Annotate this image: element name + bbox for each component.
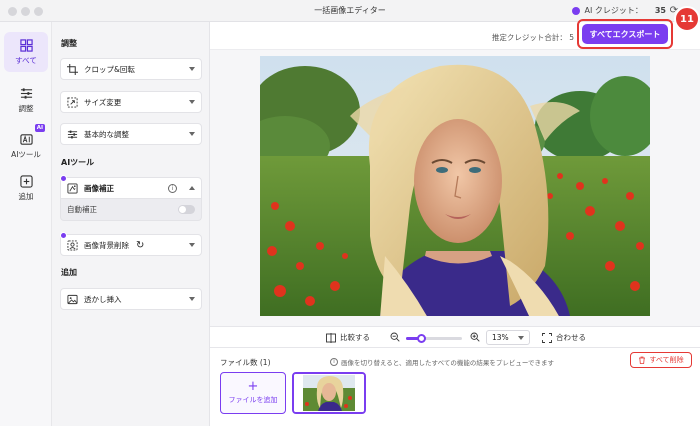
step-number-badge: 11	[674, 6, 700, 32]
file-thumbnail[interactable]	[292, 372, 366, 414]
tool-label: 画像背景削除	[84, 240, 129, 250]
compare-button[interactable]: 比較する	[326, 332, 370, 343]
export-all-button[interactable]: すべてエクスポート	[582, 24, 668, 44]
chevron-down-icon	[518, 335, 524, 340]
trash-icon	[639, 356, 646, 364]
plus-icon: +	[247, 379, 259, 394]
rail-item-label: すべて	[15, 55, 37, 65]
thumbnail-image	[294, 374, 364, 412]
zoom-out-icon[interactable]	[390, 332, 400, 342]
section-heading-adjust: 調整	[61, 39, 77, 48]
section-heading-add: 追加	[61, 268, 77, 277]
compare-icon	[326, 332, 336, 343]
sliders-icon	[67, 130, 78, 138]
rail-item-all[interactable]: すべて	[4, 32, 48, 72]
auto-enhance-row: 自動補正	[60, 199, 202, 221]
tool-label: クロップ&回転	[84, 64, 135, 74]
rail-item-label: 追加	[18, 191, 34, 201]
tool-bg-remove[interactable]: 画像背景削除 ↻	[60, 234, 202, 256]
credit-label: AI クレジット：	[584, 6, 643, 15]
tool-image-enhance[interactable]: 画像補正 i	[60, 177, 202, 199]
ai-badge: AI	[34, 124, 45, 132]
delete-all-label: すべて削除	[649, 356, 684, 364]
zoom-in-icon[interactable]	[470, 332, 480, 342]
credit-value: 35	[654, 6, 666, 15]
portrait-photo	[260, 56, 650, 316]
crop-icon	[67, 63, 78, 75]
image-icon	[67, 294, 78, 304]
ai-icon	[19, 133, 33, 145]
fit-icon	[542, 332, 552, 343]
chevron-down-icon	[189, 67, 195, 71]
tool-panel: 調整 クロップ&回転 サイズ変更 基本的な調整 AIツール 画像補正 i 自動補…	[52, 22, 210, 426]
rail-item-ai-tools[interactable]: AI AIツール	[4, 124, 48, 166]
tool-resize[interactable]: サイズ変更	[60, 91, 202, 113]
sliders-icon	[20, 87, 32, 99]
file-hint: i 画像を切り替えると、適用したすべての機能の結果をプレビューできます	[330, 357, 554, 367]
preview-canvas	[210, 50, 700, 326]
tool-watermark[interactable]: 透かし挿入	[60, 288, 202, 310]
grid-icon	[19, 38, 33, 52]
preview-area: 推定クレジット合計： 5 すべてエクスポート 11 比較する 13% 合わせる …	[210, 6, 700, 426]
plus-square-icon	[19, 174, 33, 188]
estimated-credits: 推定クレジット合計： 5	[491, 33, 574, 42]
enhance-icon	[67, 182, 78, 194]
category-rail: すべて 調整 AI AIツール 追加	[0, 22, 52, 426]
resize-icon	[67, 96, 78, 108]
zoom-slider[interactable]	[406, 334, 462, 343]
file-count: ファイル数 (1)	[220, 358, 271, 367]
reload-icon[interactable]: ↻	[136, 240, 144, 251]
info-icon: i	[330, 358, 338, 366]
rail-item-label: 調整	[18, 103, 34, 113]
chevron-down-icon	[189, 132, 195, 136]
auto-enhance-label: 自動補正	[67, 205, 97, 214]
ai-feature-dot	[60, 175, 67, 182]
file-strip: ファイル数 (1) i 画像を切り替えると、適用したすべての機能の結果をプレビュ…	[210, 348, 700, 426]
ai-feature-dot	[60, 232, 67, 239]
delete-all-button[interactable]: すべて削除	[630, 352, 692, 368]
rail-item-label: AIツール	[11, 149, 41, 159]
tool-label: 画像補正	[84, 183, 114, 193]
compare-label: 比較する	[340, 333, 370, 342]
chevron-up-icon[interactable]	[189, 186, 195, 190]
zoom-select[interactable]: 13%	[486, 330, 530, 345]
ai-credit: AI クレジット： 35	[572, 5, 666, 16]
bg-remove-icon	[67, 239, 78, 251]
auto-enhance-toggle[interactable]	[178, 205, 195, 214]
section-heading-ai: AIツール	[61, 158, 95, 167]
zoom-slider-knob[interactable]	[417, 334, 427, 343]
chevron-down-icon	[189, 243, 195, 247]
tool-label: 基本的な調整	[84, 129, 129, 139]
rail-item-add[interactable]: 追加	[4, 168, 48, 208]
chevron-down-icon	[189, 297, 195, 301]
rail-item-adjust[interactable]: 調整	[4, 80, 48, 120]
file-hint-text: 画像を切り替えると、適用したすべての機能の結果をプレビューできます	[341, 359, 554, 367]
tool-basic-adjust[interactable]: 基本的な調整	[60, 123, 202, 145]
credit-icon	[572, 6, 581, 15]
add-file-label: ファイルを追加	[228, 396, 278, 404]
fit-button[interactable]: 合わせる	[542, 332, 586, 343]
tool-label: 透かし挿入	[84, 294, 122, 304]
add-file-button[interactable]: + ファイルを追加	[220, 372, 286, 414]
fit-label: 合わせる	[556, 333, 586, 342]
zoom-value: 13%	[492, 333, 509, 342]
tool-label: サイズ変更	[84, 97, 122, 107]
chevron-down-icon	[189, 100, 195, 104]
preview-image[interactable]	[260, 56, 650, 316]
tool-crop-rotate[interactable]: クロップ&回転	[60, 58, 202, 80]
preview-controls: 比較する 13% 合わせる	[210, 326, 700, 348]
info-icon[interactable]: i	[168, 183, 177, 193]
